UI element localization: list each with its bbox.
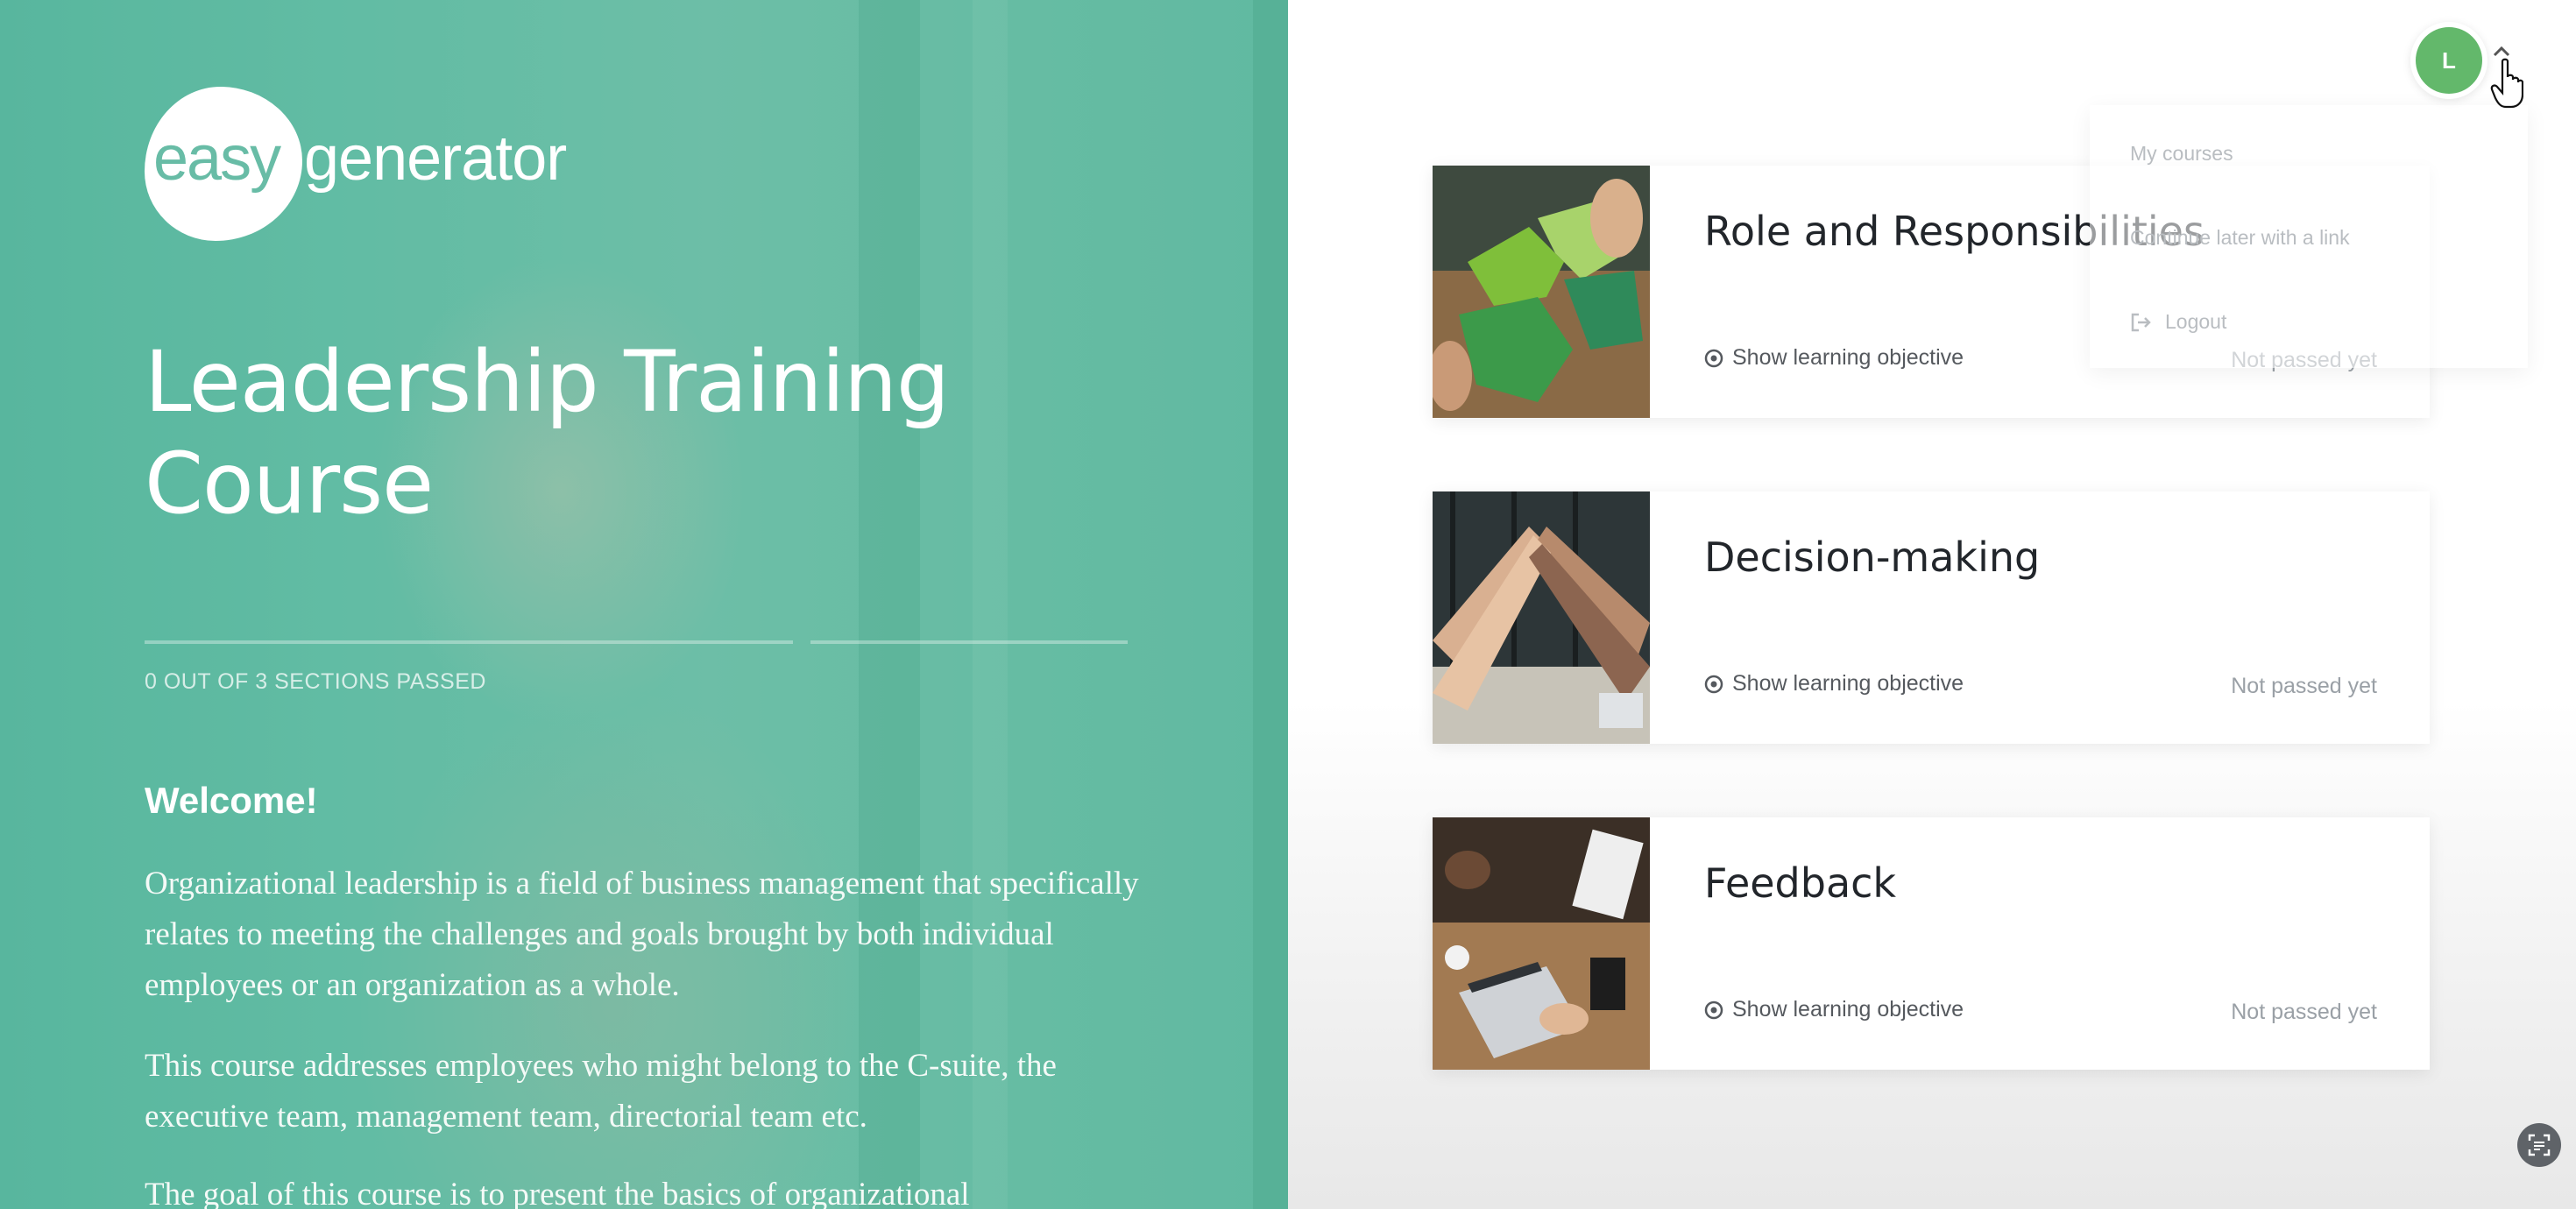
menu-item-continue-later[interactable]: Continue later with a link [2130,226,2350,250]
intro-paragraph: This course addresses employees who migh… [145,1048,1057,1135]
target-icon [1704,1000,1723,1019]
section-card-feedback[interactable]: Feedback Show learning objective Not pas… [1433,817,2430,1070]
progress-segment [145,640,793,644]
show-learning-objective-link[interactable]: Show learning objective [1704,345,1964,371]
scan-glyph [2528,1134,2551,1156]
show-learning-objective-link[interactable]: Show learning objective [1704,671,1964,696]
logout-icon [2131,313,2151,331]
scan-text-icon[interactable] [2517,1123,2561,1167]
objective-label: Show learning objective [1732,671,1964,696]
chevron-up-icon[interactable] [2492,46,2511,58]
target-icon [1704,675,1723,693]
show-learning-objective-link[interactable]: Show learning objective [1704,997,1964,1022]
progress-segment [810,640,1128,644]
target-icon [1704,349,1723,367]
logo-text-easy: easy [153,124,281,194]
easygenerator-logo: easy generator [145,84,600,242]
section-image-desk [1433,817,1650,1070]
section-status: Not passed yet [2231,1000,2377,1024]
avatar-initial: L [2442,46,2456,74]
section-title[interactable]: Feedback [1704,859,1896,907]
progress-text: 0 OUT OF 3 SECTIONS PASSED [145,669,486,694]
objective-label: Show learning objective [1732,345,1964,370]
user-menu-dropdown: My courses Continue later with a link Lo… [2090,105,2528,368]
section-status: Not passed yet [2231,674,2377,698]
intro-paragraph: Organizational leadership is a field of … [145,866,1139,1003]
section-title[interactable]: Decision-making [1704,534,2040,581]
menu-item-label: Logout [2165,310,2227,333]
menu-item-logout[interactable]: Logout [2130,310,2226,334]
hand-cursor-icon [2490,58,2523,109]
user-avatar[interactable]: L [2416,27,2482,94]
course-intro-panel: easy generator Leadership Training Cours… [0,0,1288,1209]
menu-item-label: My courses [2130,142,2233,165]
menu-item-my-courses[interactable]: My courses [2130,142,2233,166]
course-title: Leadership Training Course [145,333,950,533]
menu-item-label: Continue later with a link [2130,226,2350,249]
intro-paragraph: The goal of this course is to present th… [145,1177,970,1209]
logo-text-generator: generator [304,124,567,194]
section-card-decision-making[interactable]: Decision-making Show learning objective … [1433,491,2430,744]
objective-label: Show learning objective [1732,997,1964,1022]
welcome-heading: Welcome! [145,780,318,821]
section-image-team [1433,491,1650,744]
section-image-puzzle [1433,166,1650,418]
